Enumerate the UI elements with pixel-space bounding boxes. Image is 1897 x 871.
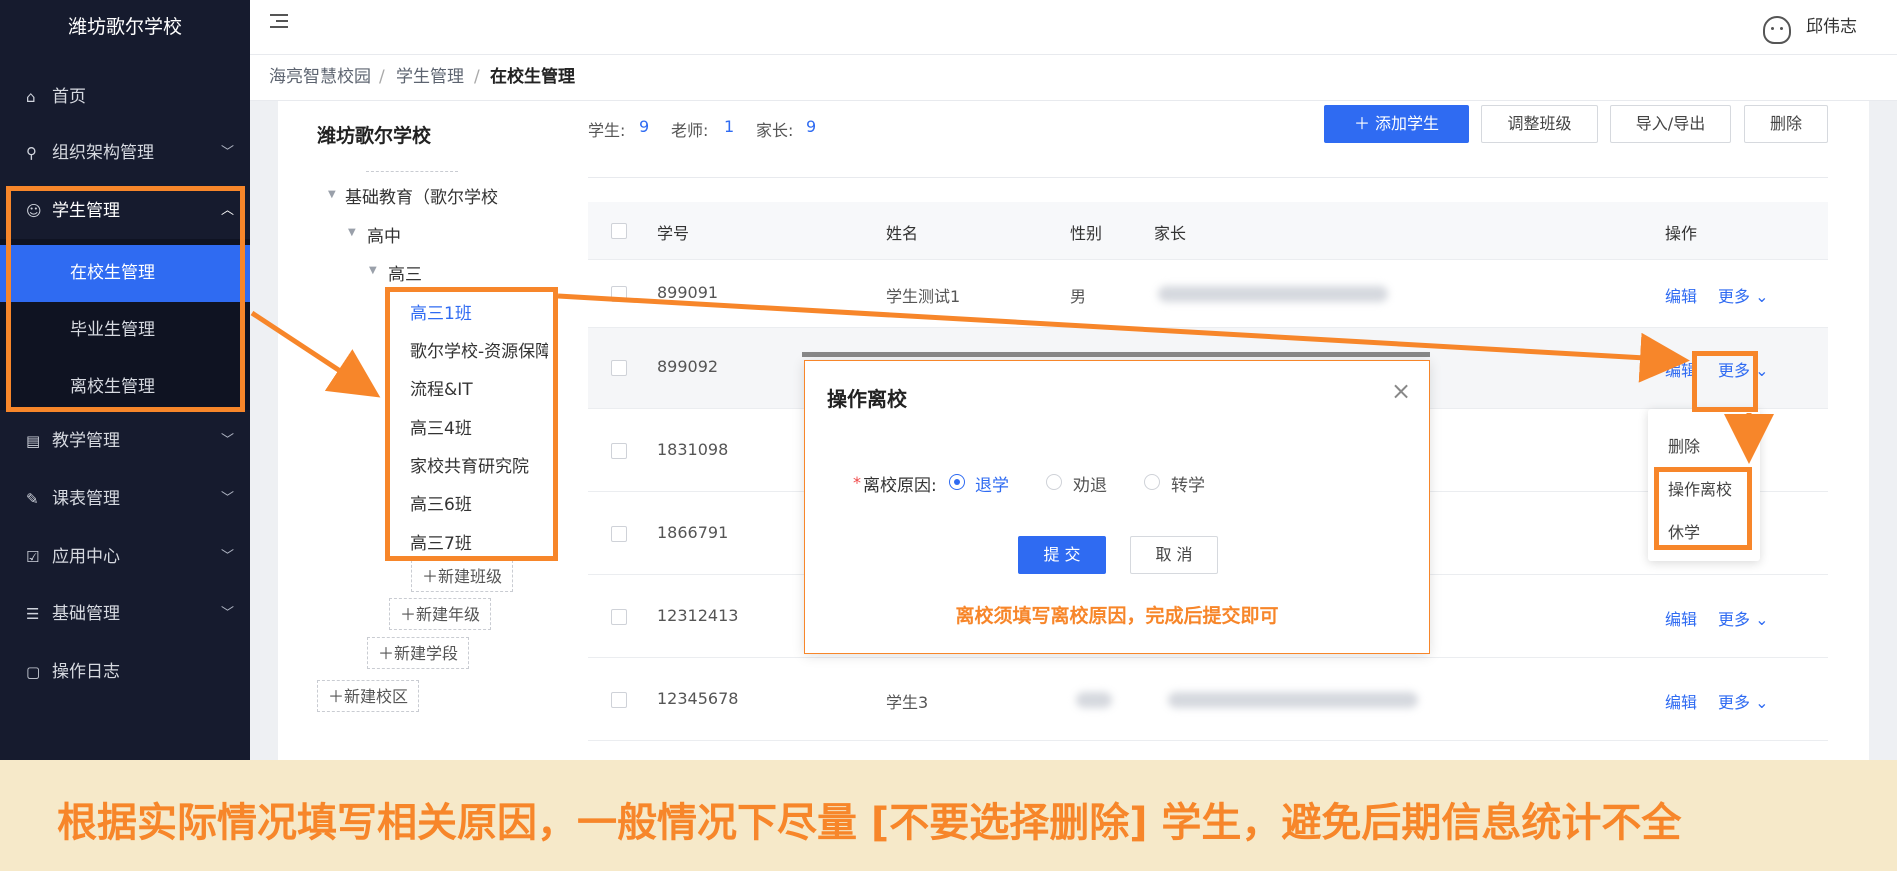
- banner-text: 根据实际情况填写相关原因，一般情况下尽量 [不要选择删除] 学生，避免后期信息统…: [57, 800, 1682, 846]
- instruction-banner: 根据实际情况填写相关原因，一般情况下尽量 [不要选择删除] 学生，避免后期信息统…: [0, 760, 1897, 871]
- annotation-arrows: [250, 293, 1774, 464]
- arrow-sidebar-to-class: [250, 310, 381, 398]
- arrow-class-to-more: [557, 293, 1690, 383]
